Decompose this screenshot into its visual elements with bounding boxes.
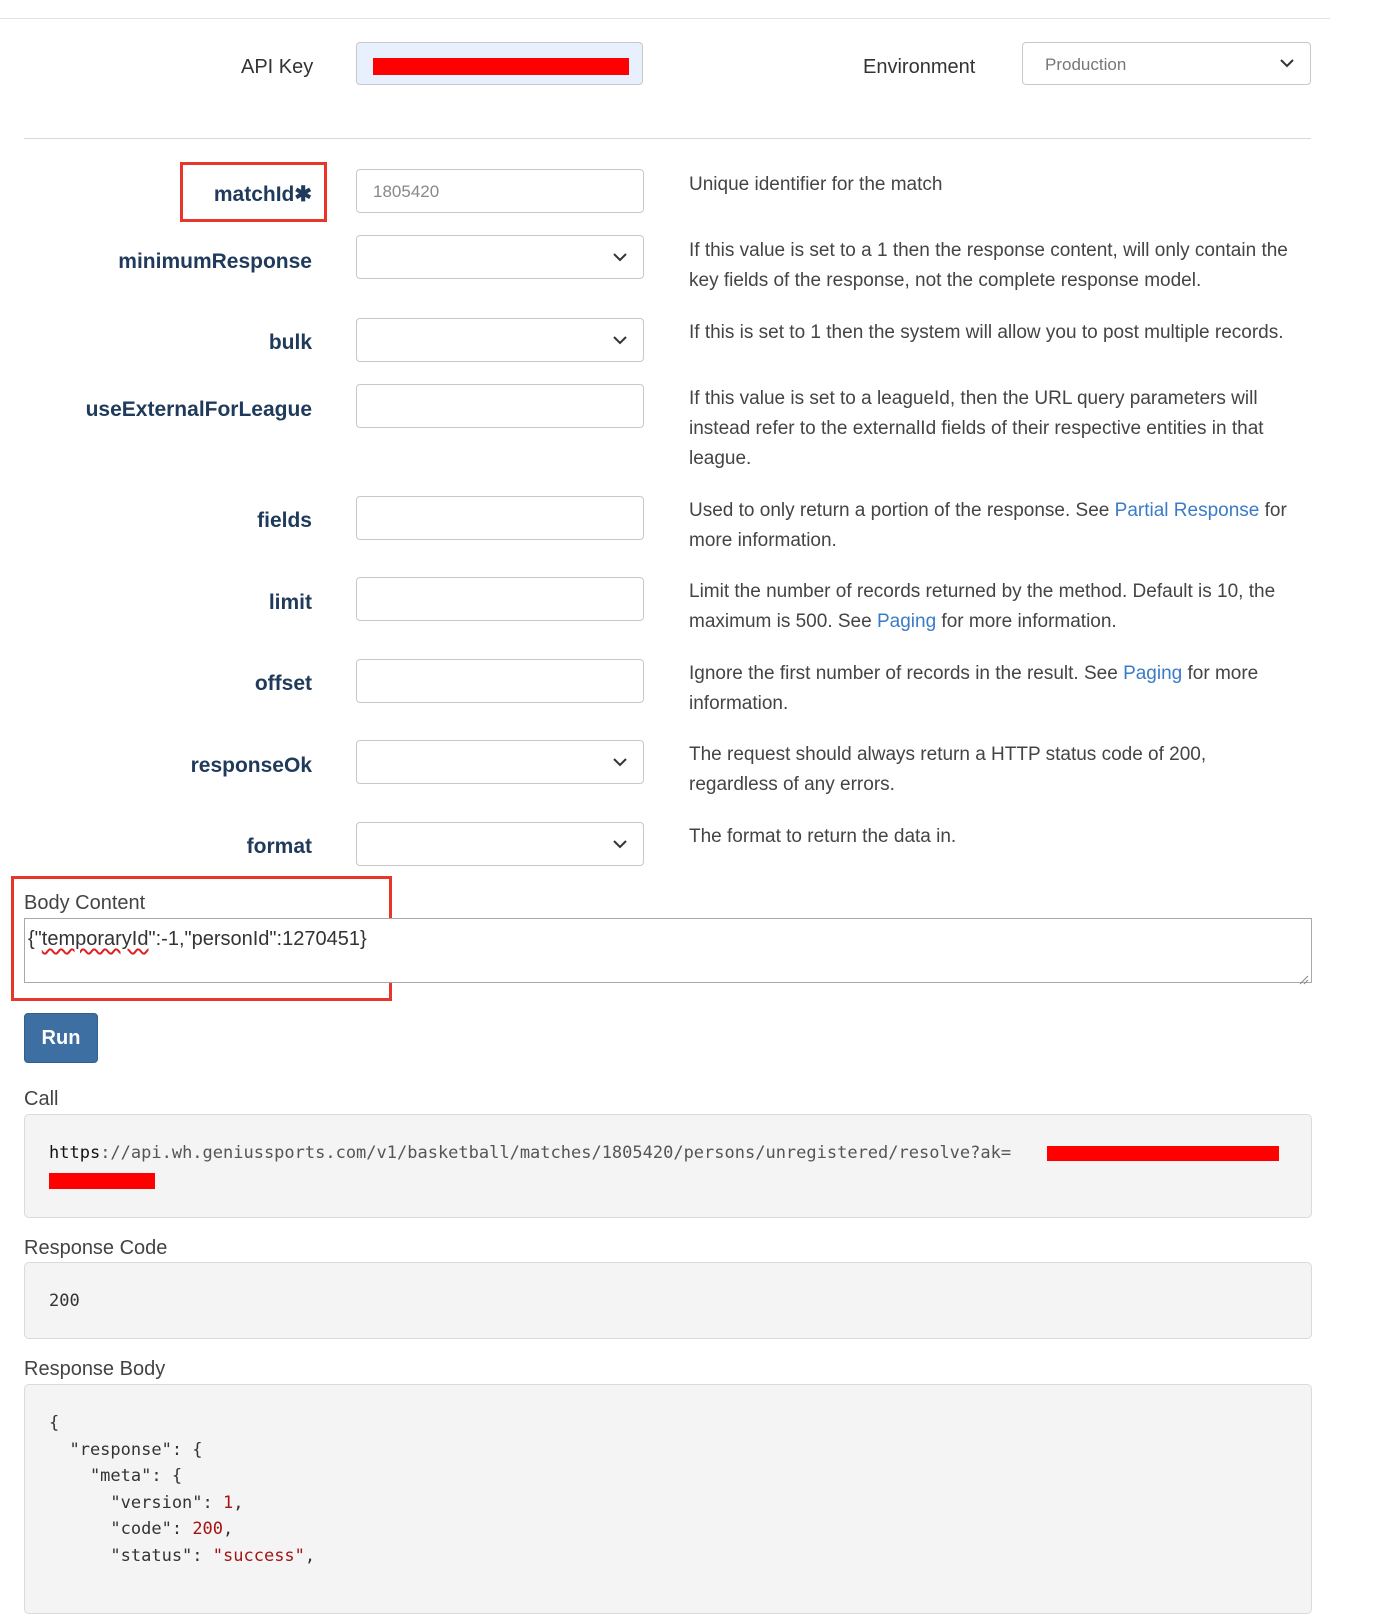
- json-line: "status": "success",: [49, 1546, 316, 1566]
- api-key-input[interactable]: [356, 42, 643, 85]
- chevron-down-icon: [1278, 54, 1296, 72]
- paging-link[interactable]: Paging: [1123, 663, 1182, 684]
- json-line: {: [49, 1413, 60, 1433]
- param-label-fields: fields: [257, 509, 312, 532]
- api-key-label: API Key: [241, 56, 314, 78]
- param-label-matchid: matchId✱: [213, 183, 312, 206]
- param-label-bulk: bulk: [268, 331, 312, 354]
- param-desc-responseok: The request should always return a HTTP …: [689, 744, 1207, 795]
- response-code-value: 200: [49, 1291, 80, 1311]
- matchid-input[interactable]: 1805420: [356, 169, 644, 213]
- call-label: Call: [24, 1088, 59, 1110]
- param-desc-matchid: Unique identifier for the match: [689, 174, 943, 195]
- param-label-minimumresponse: minimumResponse: [118, 250, 312, 273]
- api-key-redaction: [1047, 1146, 1279, 1161]
- chevron-down-icon: [611, 835, 629, 853]
- json-line: "meta": {: [49, 1466, 183, 1486]
- spellcheck-word: temporaryId: [41, 928, 149, 950]
- chevron-down-icon: [611, 331, 629, 349]
- offset-input[interactable]: [356, 659, 644, 703]
- section-divider: [24, 138, 1311, 139]
- param-desc-fields: Used to only return a portion of the res…: [689, 500, 1287, 551]
- api-key-redaction: [49, 1173, 155, 1189]
- useexternalforleague-input[interactable]: [356, 384, 644, 428]
- param-label-offset: offset: [254, 672, 312, 695]
- response-code-label: Response Code: [24, 1237, 168, 1259]
- call-url-box: https://api.wh.geniussports.com/v1/baske…: [24, 1114, 1312, 1218]
- run-button[interactable]: Run: [24, 1013, 98, 1063]
- environment-label: Environment: [863, 56, 976, 78]
- param-desc-bulk: If this is set to 1 then the system will…: [689, 322, 1284, 343]
- limit-input[interactable]: [356, 577, 644, 621]
- param-label-useexternalforleague: useExternalForLeague: [85, 398, 312, 421]
- fields-input[interactable]: [356, 496, 644, 540]
- responseok-select[interactable]: [356, 740, 644, 784]
- environment-value: Production: [1045, 55, 1127, 74]
- format-select[interactable]: [356, 822, 644, 866]
- json-line: "version": 1,: [49, 1493, 244, 1513]
- bulk-select[interactable]: [356, 318, 644, 362]
- call-url: https://api.wh.geniussports.com/v1/baske…: [49, 1143, 1012, 1163]
- top-divider: [0, 18, 1330, 19]
- body-content-textarea[interactable]: {"temporaryId":-1,"personId":1270451}: [24, 918, 1312, 985]
- param-desc-format: The format to return the data in.: [689, 826, 957, 847]
- param-desc-useexternalforleague: If this value is set to a leagueId, then…: [689, 388, 1264, 469]
- param-desc-minimumresponse: If this value is set to a 1 then the res…: [689, 240, 1288, 291]
- response-body-label: Response Body: [24, 1358, 166, 1380]
- environment-select[interactable]: Production: [1022, 42, 1311, 85]
- response-body-box: { "response": { "meta": { "version": 1, …: [24, 1384, 1312, 1614]
- param-label-limit: limit: [268, 591, 312, 614]
- response-code-box: 200: [24, 1262, 1312, 1339]
- param-desc-limit: Limit the number of records returned by …: [689, 581, 1276, 632]
- resize-handle-icon[interactable]: [1297, 968, 1309, 985]
- required-icon: ✱: [294, 183, 312, 206]
- body-content-label: Body Content: [24, 892, 146, 914]
- partial-response-link[interactable]: Partial Response: [1115, 500, 1260, 521]
- json-line: "response": {: [49, 1440, 203, 1460]
- minimumresponse-select[interactable]: [356, 235, 644, 279]
- api-key-redaction: [373, 58, 629, 75]
- param-label-responseok: responseOk: [190, 754, 312, 777]
- matchid-value: 1805420: [373, 182, 440, 201]
- json-line: "code": 200,: [49, 1519, 234, 1539]
- paging-link[interactable]: Paging: [877, 611, 936, 632]
- chevron-down-icon: [611, 753, 629, 771]
- param-desc-offset: Ignore the first number of records in th…: [689, 663, 1259, 714]
- chevron-down-icon: [611, 248, 629, 266]
- param-label-format: format: [246, 835, 312, 858]
